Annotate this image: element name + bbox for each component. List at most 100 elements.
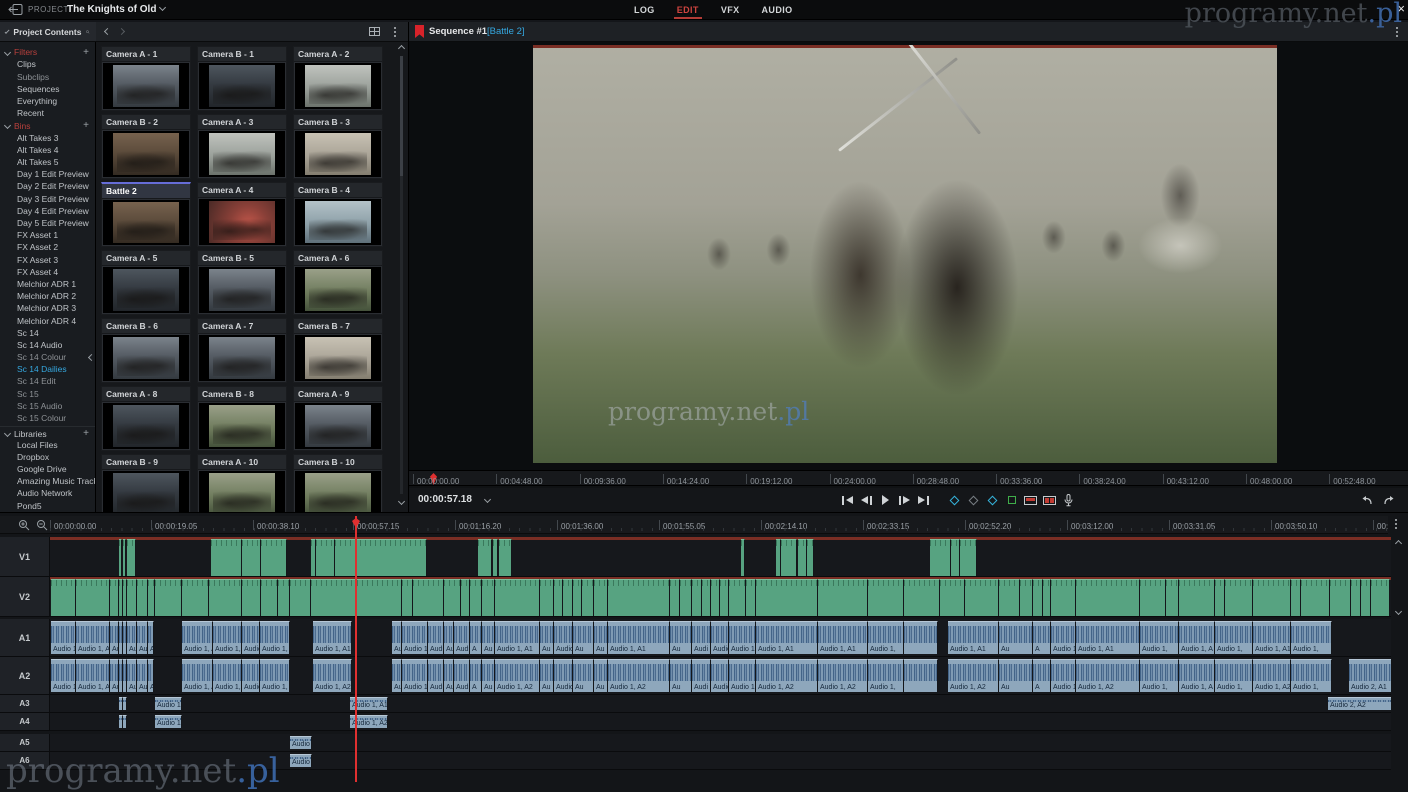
sidebar-item-dropbox[interactable]: Dropbox — [0, 451, 95, 463]
timeline-clip[interactable]: Camer — [242, 579, 261, 616]
timeline-clip[interactable]: C — [493, 539, 498, 576]
sequence-title[interactable]: Sequence #1 — [429, 22, 487, 42]
sidebar-item-melchior-adr-1[interactable]: Melchior ADR 1 — [0, 278, 95, 290]
transport-voiceover-mic-icon[interactable] — [1062, 493, 1075, 507]
timeline-clip[interactable]: Au — [127, 621, 137, 654]
sidebar-header[interactable]: Project Contents — [0, 22, 96, 42]
timeline-clip[interactable]: Au — [482, 659, 495, 692]
clip-tile-camera-a-6[interactable]: Camera A - 6 — [293, 250, 383, 315]
timeline-clip[interactable]: Au — [670, 621, 692, 654]
clip-tile-camera-a-10[interactable]: Camera A - 10 — [197, 454, 287, 512]
timeline-clip[interactable]: Audio 1, A1 — [313, 621, 352, 654]
timeline-clip[interactable]: Audio 1, — [868, 621, 904, 654]
timeline-clip[interactable]: Audio — [242, 659, 260, 692]
add-icon[interactable]: + — [83, 428, 89, 439]
timeline-clip[interactable]: Audio 1, A — [155, 715, 182, 728]
timeline-clip[interactable]: Car — [470, 579, 482, 616]
sidebar-item-recent[interactable]: Recent — [0, 107, 95, 119]
timeline-clip[interactable]: Audio 1 — [290, 754, 312, 767]
timeline-clip[interactable]: Ca — [1033, 579, 1043, 616]
timeline-clip[interactable]: Camera — [290, 579, 311, 616]
timeline-clip[interactable]: A — [1033, 659, 1051, 692]
add-icon[interactable]: + — [83, 120, 89, 131]
timeline-clip[interactable]: Audio 1, A1 — [818, 621, 868, 654]
timeline-clip[interactable]: Ca — [278, 579, 290, 616]
timeline-clip[interactable]: Car — [951, 539, 960, 576]
track-header-v1[interactable]: V1 — [0, 537, 50, 576]
timeline-clip[interactable]: Audio 1, A1 — [948, 621, 999, 654]
transport-mark-point-icon[interactable] — [967, 493, 980, 507]
timeline-clip[interactable]: Audio — [711, 659, 729, 692]
timeline-clip[interactable]: Camera B - — [211, 539, 242, 576]
sequence-menu-icon[interactable] — [1396, 27, 1398, 29]
sidebar-item-day-3-edit-preview[interactable]: Day 3 Edit Preview — [0, 193, 95, 205]
sidebar-item-pond5[interactable]: Pond5 — [0, 500, 95, 512]
timeline-clip[interactable]: A — [148, 659, 154, 692]
timeline-clip[interactable]: Audio 1, , — [51, 621, 76, 654]
clip-tile-camera-b-5[interactable]: Camera B - 5 — [197, 250, 287, 315]
timeline-clip[interactable]: Audio 1, A2 — [1076, 659, 1140, 692]
clip-tile-camera-b-9[interactable]: Camera B - 9 — [101, 454, 191, 512]
timeline-clip[interactable]: A — [470, 621, 482, 654]
transport-insert-edit-icon[interactable] — [1005, 493, 1018, 507]
timeline-clip[interactable]: Au — [573, 659, 594, 692]
timeline-clip[interactable]: Battle 2 — [335, 539, 427, 576]
sidebar-section-bins[interactable]: Bins + — [0, 119, 95, 131]
timeline-clip[interactable]: Audio 1, A1 — [608, 621, 670, 654]
timeline-clip[interactable]: Au — [137, 659, 148, 692]
timeline-clip[interactable]: Cam — [1166, 579, 1179, 616]
timeline-clip[interactable]: Audio 2, A1 — [1349, 659, 1391, 692]
transport-jump-end-icon[interactable] — [917, 493, 930, 507]
timeline-clip[interactable]: Audio — [554, 621, 573, 654]
timeline-clip[interactable]: Came — [444, 579, 461, 616]
timeline-clip[interactable]: Audio — [554, 659, 573, 692]
timeline-clip[interactable]: Audio 1, A2 — [495, 659, 540, 692]
timeline-clip[interactable]: Audio 1, A — [1179, 659, 1215, 692]
sidebar-item-everything[interactable]: Everything — [0, 95, 95, 107]
timeline-clip[interactable]: Camera B - 2 — [1076, 579, 1140, 616]
timeline-clip[interactable]: Camera B — [1301, 579, 1330, 616]
timeline-clip[interactable]: Audio 1, A2 — [948, 659, 999, 692]
redo-icon[interactable] — [1383, 495, 1396, 506]
timeline-clip[interactable]: Cam — [1371, 579, 1390, 616]
timeline-clip[interactable]: Audio — [428, 659, 444, 692]
timeline-clip[interactable]: Audio 1, A2 — [756, 659, 818, 692]
timeline-clip[interactable]: Au — [110, 621, 119, 654]
timeline-clip[interactable]: C — [573, 579, 582, 616]
timeline-clip[interactable]: A — [148, 621, 154, 654]
timeline-clip[interactable]: C — [148, 579, 155, 616]
timeline-clip[interactable]: Audio 1, A — [260, 659, 290, 692]
clip-tile-camera-b-4[interactable]: Camera B - 4 — [293, 182, 383, 247]
timeline-clip[interactable]: Audio 1, — [1215, 621, 1253, 654]
timeline-clip[interactable]: Audio 1, , — [51, 659, 76, 692]
timeline-clip[interactable]: Camer — [1330, 579, 1351, 616]
search-icon[interactable] — [86, 27, 90, 37]
timeline-clip[interactable]: Came — [960, 539, 977, 576]
timeline-clip[interactable]: Au — [540, 621, 554, 654]
timeline-clip[interactable]: Camera A - 2 — [1179, 579, 1215, 616]
track-header-a3[interactable]: A3 — [0, 695, 50, 712]
clip-tile-camera-b-1[interactable]: Camera B - 1 — [197, 46, 287, 111]
timeline-clip[interactable]: Audio 1, A1 — [756, 621, 818, 654]
sidebar-item-melchior-adr-3[interactable]: Melchior ADR 3 — [0, 302, 95, 314]
timeline-clip[interactable]: Audio 1, A2 — [313, 659, 352, 692]
timeline-clip[interactable]: Came — [729, 579, 746, 616]
timeline-clip[interactable]: Camera B — [413, 579, 444, 616]
add-icon[interactable]: + — [83, 47, 89, 58]
bookmark-flag-icon[interactable] — [415, 25, 424, 38]
clip-tile-camera-a-1[interactable]: Camera A - 1 — [101, 46, 191, 111]
sidebar-item-sc-14-colour[interactable]: Sc 14 Colour — [0, 351, 95, 363]
tab-edit[interactable]: EDIT — [673, 0, 702, 20]
track-header-a2[interactable]: A2 — [0, 657, 50, 694]
timeline-clip[interactable]: Au — [482, 621, 495, 654]
timeline-clip[interactable]: Camera A - 8 — [756, 579, 818, 616]
track-header-a1[interactable]: A1 — [0, 619, 50, 656]
scroll-down-icon[interactable] — [1394, 607, 1403, 616]
transport-replace-edit-icon[interactable] — [1024, 493, 1037, 507]
timeline-clip[interactable] — [904, 659, 938, 692]
timeline-clip[interactable] — [123, 715, 127, 728]
sequence-clip-ref[interactable]: [Battle 2] — [487, 22, 525, 42]
sidebar-item-google-drive[interactable]: Google Drive — [0, 463, 95, 475]
sidebar-item-day-1-edit-preview[interactable]: Day 1 Edit Preview — [0, 168, 95, 180]
track-header-a5[interactable]: A5 — [0, 734, 50, 751]
